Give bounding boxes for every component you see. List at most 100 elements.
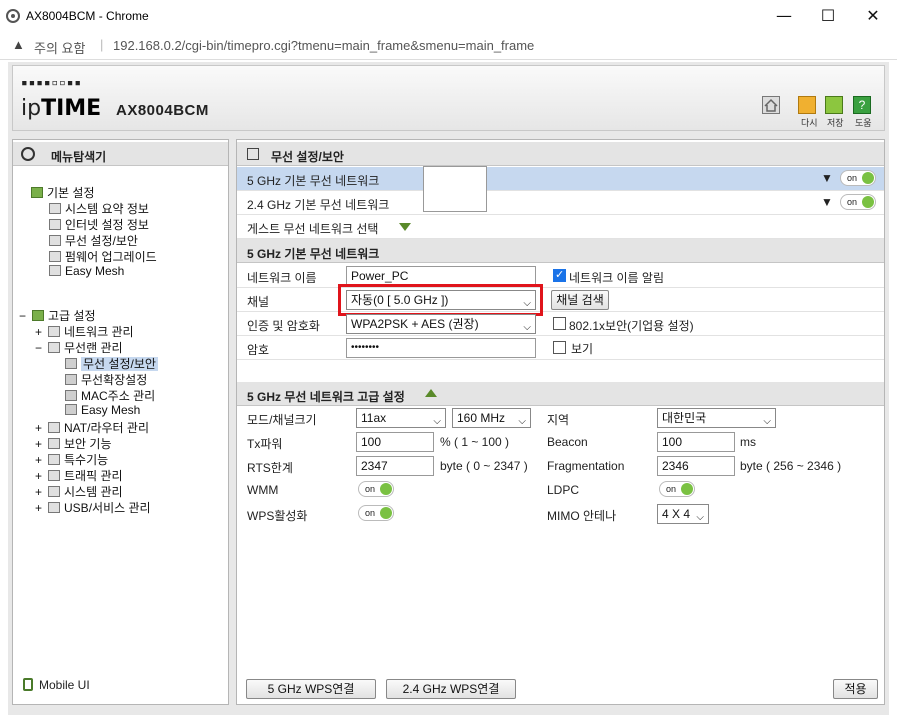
ldpc-toggle[interactable]: on: [659, 481, 695, 497]
rts-input[interactable]: 2347: [356, 456, 434, 476]
tree-item-traffic[interactable]: + 트래픽 관리: [35, 467, 123, 484]
tree-basic-settings[interactable]: 기본 설정: [31, 184, 95, 201]
tree-subitem-mac[interactable]: MAC주소 관리: [65, 387, 155, 404]
network-24ghz-row[interactable]: 2.4 GHz 기본 무선 네트워크 ▼ on: [237, 191, 884, 215]
network-24ghz-toggle[interactable]: on: [840, 194, 876, 210]
channel-width-select[interactable]: 160 MHz ⌵: [452, 408, 531, 428]
auth-row: 인증 및 암호화 WPA2PSK + AES (권장) ⌵ 802.1x보안(기업…: [237, 312, 884, 336]
tree-item-network-mgmt[interactable]: + 네트워크 관리: [35, 323, 134, 340]
tx-input[interactable]: 100: [356, 432, 434, 452]
wps-toggle[interactable]: on: [358, 505, 394, 521]
tree-subitem-wireless-extension[interactable]: 무선확장설정: [65, 371, 147, 388]
expand-arrow-icon[interactable]: [399, 223, 411, 231]
warning-icon[interactable]: ▲: [12, 37, 25, 52]
fragmentation-input[interactable]: 2346: [657, 456, 735, 476]
mobile-ui-link[interactable]: Mobile UI: [23, 678, 90, 692]
tx-label: Tx파워: [247, 437, 283, 451]
refresh-icon[interactable]: [798, 96, 816, 114]
tree-item-system[interactable]: + 시스템 관리: [35, 483, 123, 500]
home-icon[interactable]: [762, 96, 780, 114]
network-5ghz-toggle[interactable]: on: [840, 170, 876, 186]
page-icon: [65, 358, 77, 369]
basic-section-header: 5 GHz 기본 무선 네트워크: [237, 239, 884, 263]
url-text[interactable]: 192.168.0.2/cgi-bin/timepro.cgi?tmenu=ma…: [113, 38, 534, 53]
page-icon: [65, 390, 77, 401]
not-secure-label[interactable]: 주의 요함: [34, 38, 85, 57]
tree-item-nat[interactable]: + NAT/라우터 관리: [35, 419, 149, 436]
ssid-input[interactable]: Power_PC: [346, 266, 536, 286]
network-5ghz-row[interactable]: 5 GHz 기본 무선 네트워크 ▼ on: [237, 167, 884, 191]
wmm-toggle[interactable]: on: [358, 481, 394, 497]
tree-item-internet[interactable]: 인터넷 설정 정보: [49, 216, 149, 233]
wifi-icon: [48, 342, 61, 353]
tree-item-wireless[interactable]: 무선 설정/보안: [49, 232, 138, 249]
folder-icon: [32, 310, 45, 321]
password-input[interactable]: ••••••••: [346, 338, 536, 358]
fragmentation-label: Fragmentation: [547, 459, 625, 473]
advanced-section-header: 5 GHz 무선 네트워크 고급 설정: [237, 382, 884, 406]
blank-popup: [423, 166, 487, 212]
network-icon: [49, 219, 61, 230]
help-icon[interactable]: ?: [853, 96, 871, 114]
tree-item-firmware[interactable]: 펌웨어 업그레이드: [49, 248, 157, 265]
address-separator: |: [100, 37, 104, 52]
phone-icon: [23, 678, 33, 691]
wps-5ghz-button[interactable]: 5 GHz WPS연결: [246, 679, 376, 699]
tree-subitem-wireless-security[interactable]: 무선 설정/보안: [65, 355, 158, 372]
ssid-broadcast-label: 네트워크 이름 알림: [569, 271, 664, 285]
tree-item-usb[interactable]: + USB/서비스 관리: [35, 499, 151, 516]
tree-item-system-summary[interactable]: 시스템 요약 정보: [49, 200, 149, 217]
show-password-label: 보기: [571, 342, 594, 356]
address-bar[interactable]: ▲ 주의 요함 | 192.168.0.2/cgi-bin/timepro.cg…: [0, 32, 897, 60]
ssid-broadcast-checkbox[interactable]: [553, 268, 566, 282]
chart-icon: [49, 203, 61, 214]
collapse-arrow-icon[interactable]: [425, 389, 437, 397]
menu-explorer: 메뉴탐색기 기본 설정 시스템 요약 정보 인터넷 설정 정보 무선 설정/보안…: [12, 139, 229, 705]
wps-24ghz-button[interactable]: 2.4 GHz WPS연결: [386, 679, 516, 699]
save-icon[interactable]: [825, 96, 843, 114]
rts-range: byte ( 0 ~ 2347 ): [440, 459, 528, 473]
menu-explorer-title: 메뉴탐색기: [51, 150, 107, 164]
basic-section-title: 5 GHz 기본 무선 네트워크: [247, 247, 380, 261]
password-label: 암호: [247, 343, 270, 357]
filter-icon[interactable]: ▼: [821, 171, 833, 185]
mode-select[interactable]: 11ax ⌵: [356, 408, 446, 428]
channel-search-button[interactable]: 채널 검색: [551, 290, 609, 310]
filter-icon[interactable]: ▼: [821, 195, 833, 209]
wireless-settings-panel: 무선 설정/보안 5 GHz 기본 무선 네트워크 ▼ on 2.4 GHz 기…: [236, 139, 885, 705]
close-button[interactable]: ✕: [850, 0, 896, 32]
wps-row: WPS활성화 on MIMO 안테나 4 X 4 ⌵: [237, 502, 884, 526]
tree-item-wireless-mgmt[interactable]: − 무선랜 관리: [35, 339, 123, 356]
mode-label: 모드/채널크기: [247, 413, 317, 427]
show-password-checkbox[interactable]: [553, 341, 566, 354]
enterprise-checkbox[interactable]: [553, 317, 566, 330]
model-name: AX8004BCM: [116, 102, 209, 119]
usb-icon: [48, 502, 61, 513]
apply-button[interactable]: 적용: [833, 679, 878, 699]
tree-item-security[interactable]: + 보안 기능: [35, 435, 112, 452]
guest-network-label: 게스트 무선 네트워크 선택: [247, 222, 379, 236]
tree-subitem-easymesh[interactable]: Easy Mesh: [65, 403, 140, 417]
rts-label: RTS한계: [247, 461, 293, 475]
rts-row: RTS한계 2347 byte ( 0 ~ 2347 ) Fragmentati…: [237, 454, 884, 478]
lock-icon: [48, 438, 61, 449]
mimo-select[interactable]: 4 X 4 ⌵: [657, 504, 709, 524]
advanced-section-title: 5 GHz 무선 네트워크 고급 설정: [247, 390, 405, 404]
region-select[interactable]: 대한민국 ⌵: [657, 408, 776, 428]
auth-select[interactable]: WPA2PSK + AES (권장) ⌵: [346, 314, 536, 334]
ssid-label: 네트워크 이름: [247, 271, 317, 285]
tree-item-easymesh[interactable]: Easy Mesh: [49, 264, 124, 278]
tx-range: % ( 1 ~ 100 ): [440, 435, 510, 449]
minimize-button[interactable]: —: [761, 0, 807, 32]
upgrade-icon: [49, 251, 61, 262]
maximize-button[interactable]: ☐: [805, 0, 851, 32]
tree-item-special[interactable]: + 특수기능: [35, 451, 108, 468]
help-label: 도움: [855, 118, 872, 128]
ssid-row: 네트워크 이름 Power_PC 네트워크 이름 알림: [237, 264, 884, 288]
tree-advanced-settings[interactable]: − 고급 설정: [19, 307, 96, 324]
guest-network-row[interactable]: 게스트 무선 네트워크 선택: [237, 215, 884, 239]
beacon-input[interactable]: 100: [657, 432, 735, 452]
network-icon: [48, 326, 61, 337]
page-icon: [65, 404, 77, 415]
panel-title: 무선 설정/보안: [271, 150, 344, 164]
